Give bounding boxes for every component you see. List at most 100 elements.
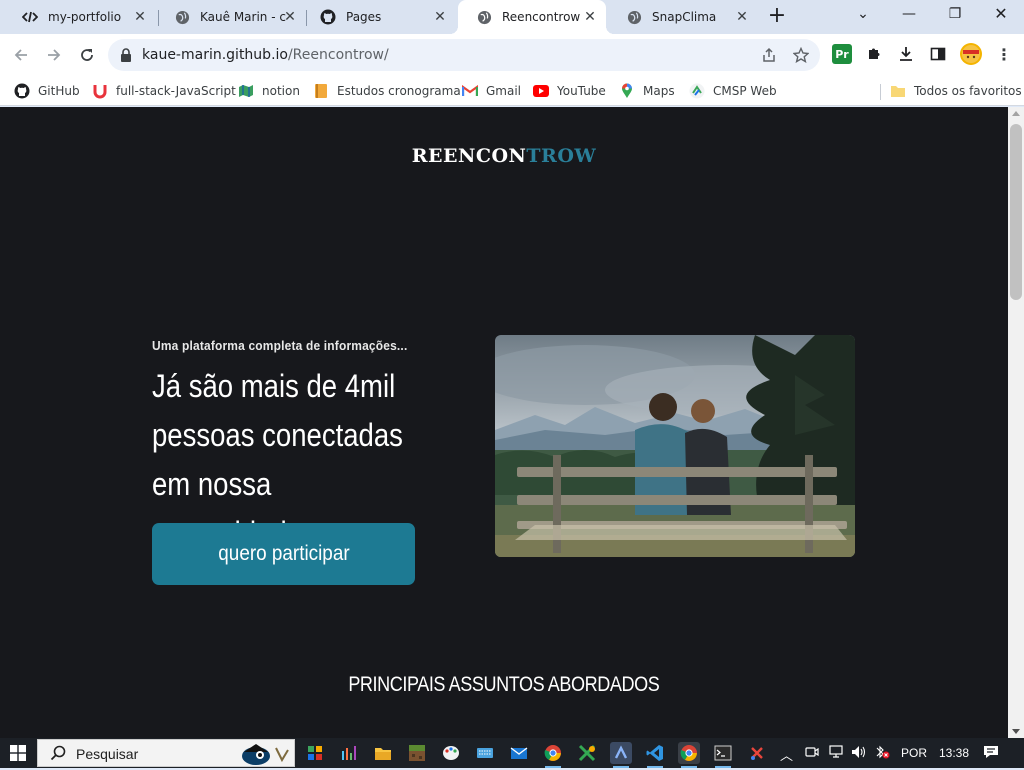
close-window-button[interactable]: ✕	[978, 0, 1024, 30]
side-panel-icon[interactable]	[928, 44, 948, 64]
puzzle-icon[interactable]	[864, 44, 884, 64]
bookmark-youtube[interactable]: YouTube	[533, 82, 606, 100]
share-icon[interactable]	[760, 47, 778, 65]
paint-icon[interactable]	[440, 742, 462, 764]
search-highlight-icon	[238, 740, 294, 770]
download-icon[interactable]	[896, 44, 916, 64]
file-explorer-icon[interactable]	[372, 742, 394, 764]
bookmark-label: full-stack-JavaScript	[116, 84, 236, 98]
bookmark-cmsp-web[interactable]: CMSP Web	[689, 82, 777, 100]
restore-button[interactable]: ❐	[932, 0, 978, 30]
tab-kaue-marin[interactable]: Kauê Marin - c… ✕	[156, 0, 306, 34]
tab-search-icon[interactable]: ⌄	[840, 0, 886, 30]
star-icon[interactable]	[792, 46, 810, 65]
logo-part-2: TROW	[526, 145, 597, 167]
tab-reencontrow[interactable]: Reencontrow ✕	[450, 0, 614, 34]
mail-icon[interactable]	[508, 742, 530, 764]
chrome-active-icon[interactable]	[678, 742, 700, 768]
bookmark-maps[interactable]: Maps	[619, 82, 675, 100]
bluetooth-off-icon[interactable]	[874, 745, 890, 762]
notebook-icon	[313, 83, 329, 99]
map-icon	[238, 83, 254, 99]
volume-icon[interactable]	[851, 745, 867, 762]
minimize-button[interactable]: —	[886, 0, 932, 30]
hero-eyebrow: Uma plataforma completa de informações..…	[152, 338, 408, 353]
bookmark-label: notion	[262, 84, 300, 98]
browser-toolbar: kaue-marin.github.io/Reencontrow/ Pr ⋮	[0, 34, 1024, 76]
scroll-down-arrow-icon[interactable]	[1012, 729, 1020, 734]
close-icon[interactable]: ✕	[282, 9, 298, 25]
windows-taskbar: Pesquisar ︿ POR 13:38	[0, 738, 1024, 768]
forward-button[interactable]	[42, 43, 66, 67]
github-icon	[320, 9, 336, 25]
search-icon	[50, 745, 66, 761]
close-icon[interactable]: ✕	[734, 9, 750, 25]
bookmark-github[interactable]: GitHub	[14, 82, 80, 100]
section-title-text: PRINCIPAIS ASSUNTOS ABORDADOS	[348, 673, 660, 696]
folder-icon	[890, 83, 906, 99]
input-language[interactable]: POR	[901, 746, 927, 760]
task-manager-icon[interactable]	[338, 742, 360, 764]
bookmark-label: Todos os favoritos	[914, 84, 1022, 98]
taskbar-search[interactable]: Pesquisar	[37, 739, 295, 767]
tab-snapclima[interactable]: SnapClima ✕	[608, 0, 758, 34]
scroll-up-arrow-icon[interactable]	[1012, 111, 1020, 116]
widgets-icon[interactable]	[304, 742, 326, 764]
participate-button[interactable]: quero participar	[152, 523, 415, 585]
tab-title: my-portfolio	[48, 10, 122, 24]
teams-like-app-icon[interactable]	[610, 742, 632, 768]
network-icon[interactable]	[828, 745, 844, 762]
vscode-icon[interactable]	[644, 742, 666, 768]
taskbar-search-placeholder: Pesquisar	[76, 746, 139, 762]
page-scrollbar[interactable]	[1008, 107, 1024, 738]
participate-button-label: quero participar	[217, 542, 350, 565]
scrollbar-thumb[interactable]	[1010, 124, 1022, 300]
cmsp-icon	[689, 83, 705, 99]
address-bar[interactable]: kaue-marin.github.io/Reencontrow/	[108, 39, 820, 71]
bookmarks-bar: GitHub full-stack-JavaScript notion Estu…	[0, 76, 1024, 106]
lock-icon[interactable]	[120, 47, 134, 63]
meet-now-icon[interactable]	[805, 745, 819, 762]
back-button[interactable]	[9, 43, 33, 67]
all-bookmarks-folder[interactable]: Todos os favoritos	[890, 82, 1022, 100]
close-icon[interactable]: ✕	[432, 9, 448, 25]
clock-time[interactable]: 13:38	[939, 746, 969, 760]
magnet-icon	[92, 83, 108, 99]
code-icon	[22, 9, 38, 25]
bookmark-full-stack-javascript[interactable]: full-stack-JavaScript	[92, 82, 236, 100]
url-text: kaue-marin.github.io/Reencontrow/	[142, 47, 389, 63]
tab-pages[interactable]: Pages ✕	[302, 0, 456, 34]
bookmark-gmail[interactable]: Gmail	[462, 82, 521, 100]
bookmark-label: YouTube	[557, 84, 606, 98]
close-icon[interactable]: ✕	[132, 9, 148, 25]
close-icon[interactable]: ✕	[582, 9, 598, 25]
snipping-tool-icon[interactable]	[746, 742, 768, 764]
bookmark-estudos-cronograma[interactable]: Estudos cronograma	[313, 82, 461, 100]
reload-button[interactable]	[75, 43, 99, 67]
notifications-icon[interactable]	[983, 744, 999, 763]
maps-pin-icon	[619, 83, 635, 99]
windows-start-button[interactable]	[0, 738, 36, 768]
excel-tools-icon[interactable]	[576, 742, 598, 764]
chrome-icon[interactable]	[542, 742, 564, 768]
github-icon	[14, 83, 30, 99]
globe-icon	[476, 9, 492, 25]
profile-avatar[interactable]	[960, 43, 982, 65]
bookmark-label: Estudos cronograma	[337, 84, 461, 98]
minecraft-icon[interactable]	[406, 742, 428, 764]
terminal-icon[interactable]	[712, 742, 734, 768]
bookmark-label: Gmail	[486, 84, 522, 98]
menu-kebab-icon[interactable]: ⋮	[994, 44, 1014, 64]
tab-title: Pages	[346, 10, 382, 24]
tab-my-portfolio[interactable]: my-portfolio ✕	[4, 0, 156, 34]
logo-part-1: REENCON	[411, 145, 527, 167]
bookmark-notion[interactable]: notion	[238, 82, 300, 100]
tray-overflow-chevron-icon[interactable]: ︿	[780, 745, 793, 764]
site-logo[interactable]: REENCONTROW	[0, 145, 1008, 167]
tab-title: Kauê Marin - c…	[200, 10, 286, 24]
tab-strip: my-portfolio ✕ Kauê Marin - c… ✕ Pages ✕…	[0, 0, 1024, 34]
extension-pr-icon[interactable]: Pr	[832, 44, 852, 64]
keyboard-icon[interactable]	[474, 742, 496, 764]
new-tab-button[interactable]: +	[766, 5, 788, 28]
tab-title: Reencontrow	[502, 10, 581, 24]
